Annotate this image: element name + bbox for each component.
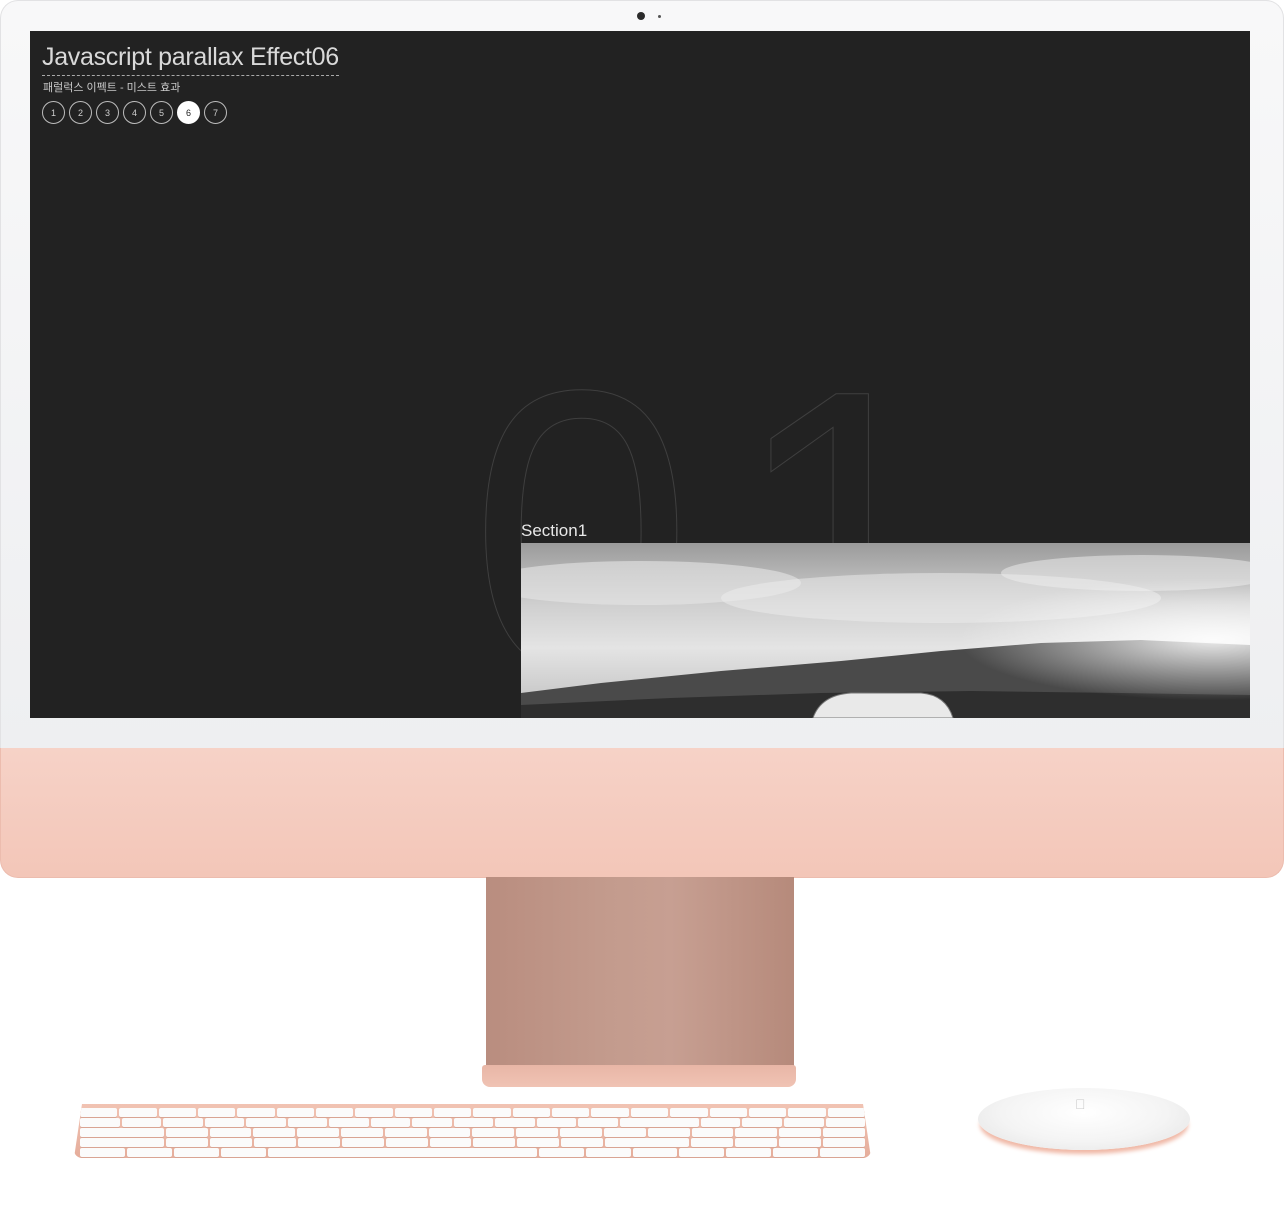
apple-logo-icon:  [1075, 1096, 1086, 1112]
camera-icon [637, 12, 645, 20]
section-nav-dot-6[interactable]: 6 [177, 101, 200, 124]
imac-stand [486, 877, 794, 1069]
section-nav-dot-4[interactable]: 4 [123, 101, 146, 124]
keyboard-row [80, 1128, 865, 1137]
keyboard [74, 1104, 871, 1158]
imac-stand-foot [482, 1065, 796, 1087]
page-title[interactable]: Javascript parallax Effect06 [42, 43, 339, 76]
screen: Javascript parallax Effect06 패럴럭스 이펙트 - … [30, 31, 1250, 718]
section-nav-dot-5[interactable]: 5 [150, 101, 173, 124]
section-label: Section1 [521, 521, 588, 540]
section-image [521, 543, 1250, 718]
section-nav-dot-2[interactable]: 2 [69, 101, 92, 124]
imac-chin [0, 748, 1284, 878]
mouse:  [978, 1088, 1190, 1150]
light-sensor [658, 15, 661, 18]
landscape-photo [521, 543, 1250, 718]
keyboard-row [80, 1148, 865, 1157]
section-nav-dot-7[interactable]: 7 [204, 101, 227, 124]
keyboard-row [80, 1138, 865, 1147]
keyboard-row [80, 1118, 866, 1127]
keyboard-row [80, 1108, 865, 1117]
section-nav-dot-1[interactable]: 1 [42, 101, 65, 124]
section-nav: 1 2 3 4 5 6 7 [42, 101, 227, 124]
page-subtitle: 패럴럭스 이펙트 - 미스트 효과 [43, 82, 181, 94]
section-nav-dot-3[interactable]: 3 [96, 101, 119, 124]
